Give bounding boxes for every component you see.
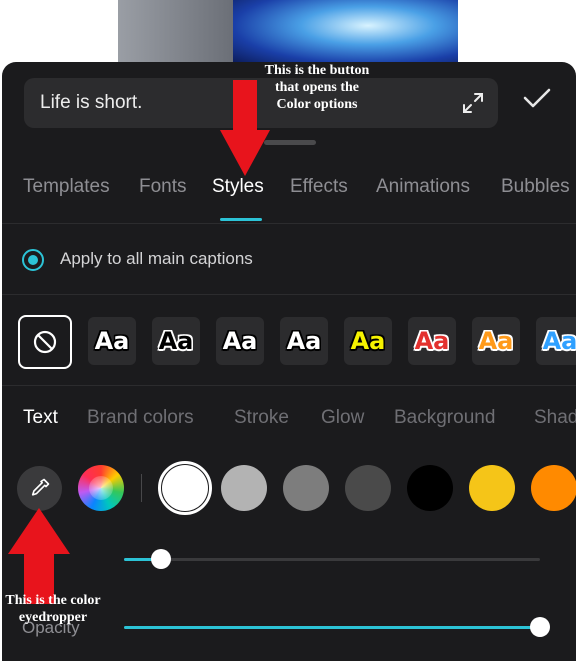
color-swatch[interactable] xyxy=(531,465,576,511)
preview-screen xyxy=(233,0,458,64)
caption-text-value: Life is short. xyxy=(40,92,143,113)
video-preview xyxy=(118,0,458,70)
subtab-background[interactable]: Background xyxy=(394,407,495,429)
tab-styles[interactable]: Styles xyxy=(212,176,264,198)
opacity-slider-fill xyxy=(124,626,540,629)
sheet-grabber[interactable] xyxy=(264,140,316,145)
color-swatch[interactable] xyxy=(162,465,208,511)
subtab-glow[interactable]: Glow xyxy=(321,407,364,429)
style-preset-tile[interactable]: Aa xyxy=(408,317,456,365)
size-slider-track[interactable] xyxy=(124,558,540,561)
style-none-button[interactable] xyxy=(18,315,72,369)
color-spectrum-button[interactable] xyxy=(78,465,124,511)
style-preset-tile[interactable]: Aa xyxy=(536,317,576,365)
apply-all-radio[interactable] xyxy=(22,249,44,271)
divider xyxy=(141,474,142,502)
tab-animations[interactable]: Animations xyxy=(376,176,470,198)
expand-icon[interactable] xyxy=(462,92,484,114)
annotation-arrow-eyedropper xyxy=(8,508,70,604)
caption-editor-panel: Life is short. Templates Fonts Styles Ef… xyxy=(2,62,576,661)
apply-all-label: Apply to all main captions xyxy=(60,249,253,268)
style-preset-tile[interactable]: Aa xyxy=(216,317,264,365)
divider xyxy=(2,223,576,224)
color-swatch[interactable] xyxy=(283,465,329,511)
subtab-text[interactable]: Text xyxy=(23,407,58,429)
style-preset-tile[interactable]: Aa xyxy=(88,317,136,365)
tab-templates[interactable]: Templates xyxy=(23,176,110,198)
style-preset-tile[interactable]: Aa xyxy=(280,317,328,365)
tab-bubbles[interactable]: Bubbles xyxy=(501,176,570,198)
eyedropper-icon xyxy=(31,478,50,496)
confirm-check-icon[interactable] xyxy=(521,82,553,114)
subtab-brand-colors[interactable]: Brand colors xyxy=(87,407,194,429)
color-swatch[interactable] xyxy=(345,465,391,511)
color-swatch[interactable] xyxy=(221,465,267,511)
style-preset-tile[interactable]: Aa xyxy=(472,317,520,365)
annotation-styles-note: This is the button that opens the Color … xyxy=(264,63,370,112)
opacity-slider-knob[interactable] xyxy=(530,617,550,637)
video-preview-area xyxy=(0,0,576,70)
tab-active-indicator xyxy=(220,218,262,221)
style-preset-tile[interactable]: Aa xyxy=(152,317,200,365)
divider xyxy=(2,385,576,386)
tab-fonts[interactable]: Fonts xyxy=(139,176,187,198)
style-presets-row: Aa Aa Aa Aa Aa Aa Aa Aa xyxy=(16,312,576,372)
eyedropper-button[interactable] xyxy=(17,466,62,511)
divider xyxy=(2,294,576,295)
color-swatch[interactable] xyxy=(469,465,515,511)
subtab-shadow[interactable]: Shad xyxy=(534,407,576,429)
preview-wall xyxy=(118,0,233,70)
caption-tabs: Templates Fonts Styles Effects Animation… xyxy=(2,166,576,210)
subtab-stroke[interactable]: Stroke xyxy=(234,407,289,429)
color-swatch[interactable] xyxy=(407,465,453,511)
style-preset-tile[interactable]: Aa xyxy=(344,317,392,365)
no-style-icon xyxy=(33,330,57,354)
annotation-eyedropper-note: This is the color eyedropper xyxy=(5,593,101,625)
color-subtabs: Text Brand colors Stroke Glow Background… xyxy=(2,407,576,437)
color-swatch-row xyxy=(2,461,576,515)
tab-effects[interactable]: Effects xyxy=(290,176,348,198)
size-slider-knob[interactable] xyxy=(151,549,171,569)
